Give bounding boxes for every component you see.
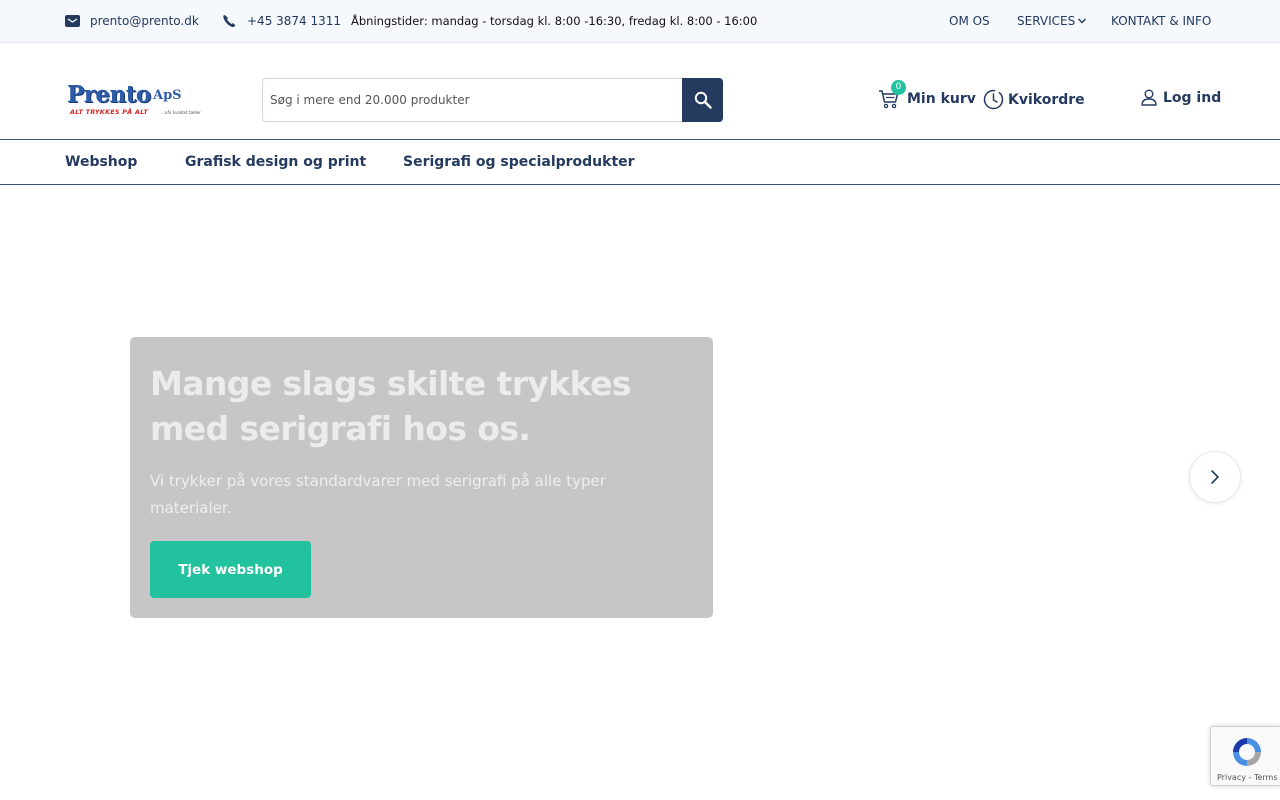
chevron-down-icon — [1078, 18, 1087, 24]
webshop-button[interactable]: Tjek webshop — [150, 541, 311, 598]
search-input[interactable] — [262, 78, 682, 122]
prento-logo[interactable]: Prento ApS ALT TRYKKES PÅ ALT ...når kva… — [67, 81, 211, 119]
opening-hours-text: Åbningstider: mandag - torsdag kl. 8:00 … — [351, 14, 758, 28]
cart-label: Min kurv — [907, 91, 976, 107]
phone-text: +45 3874 1311 — [247, 14, 342, 28]
recaptcha-icon — [1233, 738, 1261, 766]
search-bar — [262, 78, 723, 122]
hero-card: Mange slags skilte trykkes med serigrafi… — [130, 337, 713, 618]
about-link[interactable]: OM OS — [949, 14, 990, 28]
slider-next-button[interactable] — [1189, 451, 1241, 503]
site-header: Prento ApS ALT TRYKKES PÅ ALT ...når kva… — [0, 43, 1280, 140]
user-icon — [1141, 89, 1157, 106]
phone-contact[interactable]: +45 3874 1311 — [222, 14, 341, 28]
email-contact[interactable]: prento@prento.dk — [65, 14, 199, 28]
clock-icon — [983, 89, 1004, 110]
search-icon — [694, 91, 712, 109]
opening-hours: Åbningstider: mandag - torsdag kl. 8:00 … — [351, 14, 757, 28]
recaptcha-text: Privacy - Terms — [1217, 773, 1278, 782]
logo-suffix: ApS — [153, 88, 182, 103]
envelope-icon — [65, 15, 80, 27]
services-label: SERVICES — [1017, 14, 1076, 28]
cart-button[interactable]: 0 Min kurv — [878, 80, 976, 109]
chevron-right-icon — [1211, 470, 1220, 484]
quick-order-button[interactable]: Kvikordre — [983, 89, 1085, 110]
contact-link[interactable]: KONTAKT & INFO — [1111, 14, 1211, 28]
search-button[interactable] — [682, 78, 723, 122]
cart-icon-wrapper: 0 — [878, 80, 906, 109]
login-button[interactable]: Log ind — [1141, 89, 1221, 106]
logo-subline: ...når kvalitet tæller — [161, 110, 201, 115]
cart-count-badge: 0 — [891, 80, 906, 95]
services-menu[interactable]: SERVICES — [1017, 14, 1087, 28]
logo-name: Prento — [67, 81, 151, 108]
hero-text: Vi trykker på vores standardvarer med se… — [150, 472, 606, 517]
recaptcha-badge[interactable]: Privacy - Terms — [1210, 726, 1280, 786]
nav-item-graphic-design[interactable]: Grafisk design og print — [185, 154, 366, 170]
quick-order-label: Kvikordre — [1008, 91, 1085, 108]
email-text: prento@prento.dk — [90, 14, 199, 28]
nav-item-screen-printing[interactable]: Serigrafi og specialprodukter — [403, 154, 635, 170]
login-label: Log ind — [1163, 89, 1222, 106]
hero-title: Mange slags skilte trykkes med serigrafi… — [150, 364, 632, 448]
main-navigation: Webshop Grafisk design og print Serigraf… — [0, 141, 1280, 185]
top-bar: prento@prento.dk +45 3874 1311 Åbningsti… — [0, 0, 1280, 43]
phone-icon — [223, 15, 236, 28]
logo-tagline: ALT TRYKKES PÅ ALT — [70, 108, 148, 116]
nav-item-webshop[interactable]: Webshop — [65, 154, 137, 170]
